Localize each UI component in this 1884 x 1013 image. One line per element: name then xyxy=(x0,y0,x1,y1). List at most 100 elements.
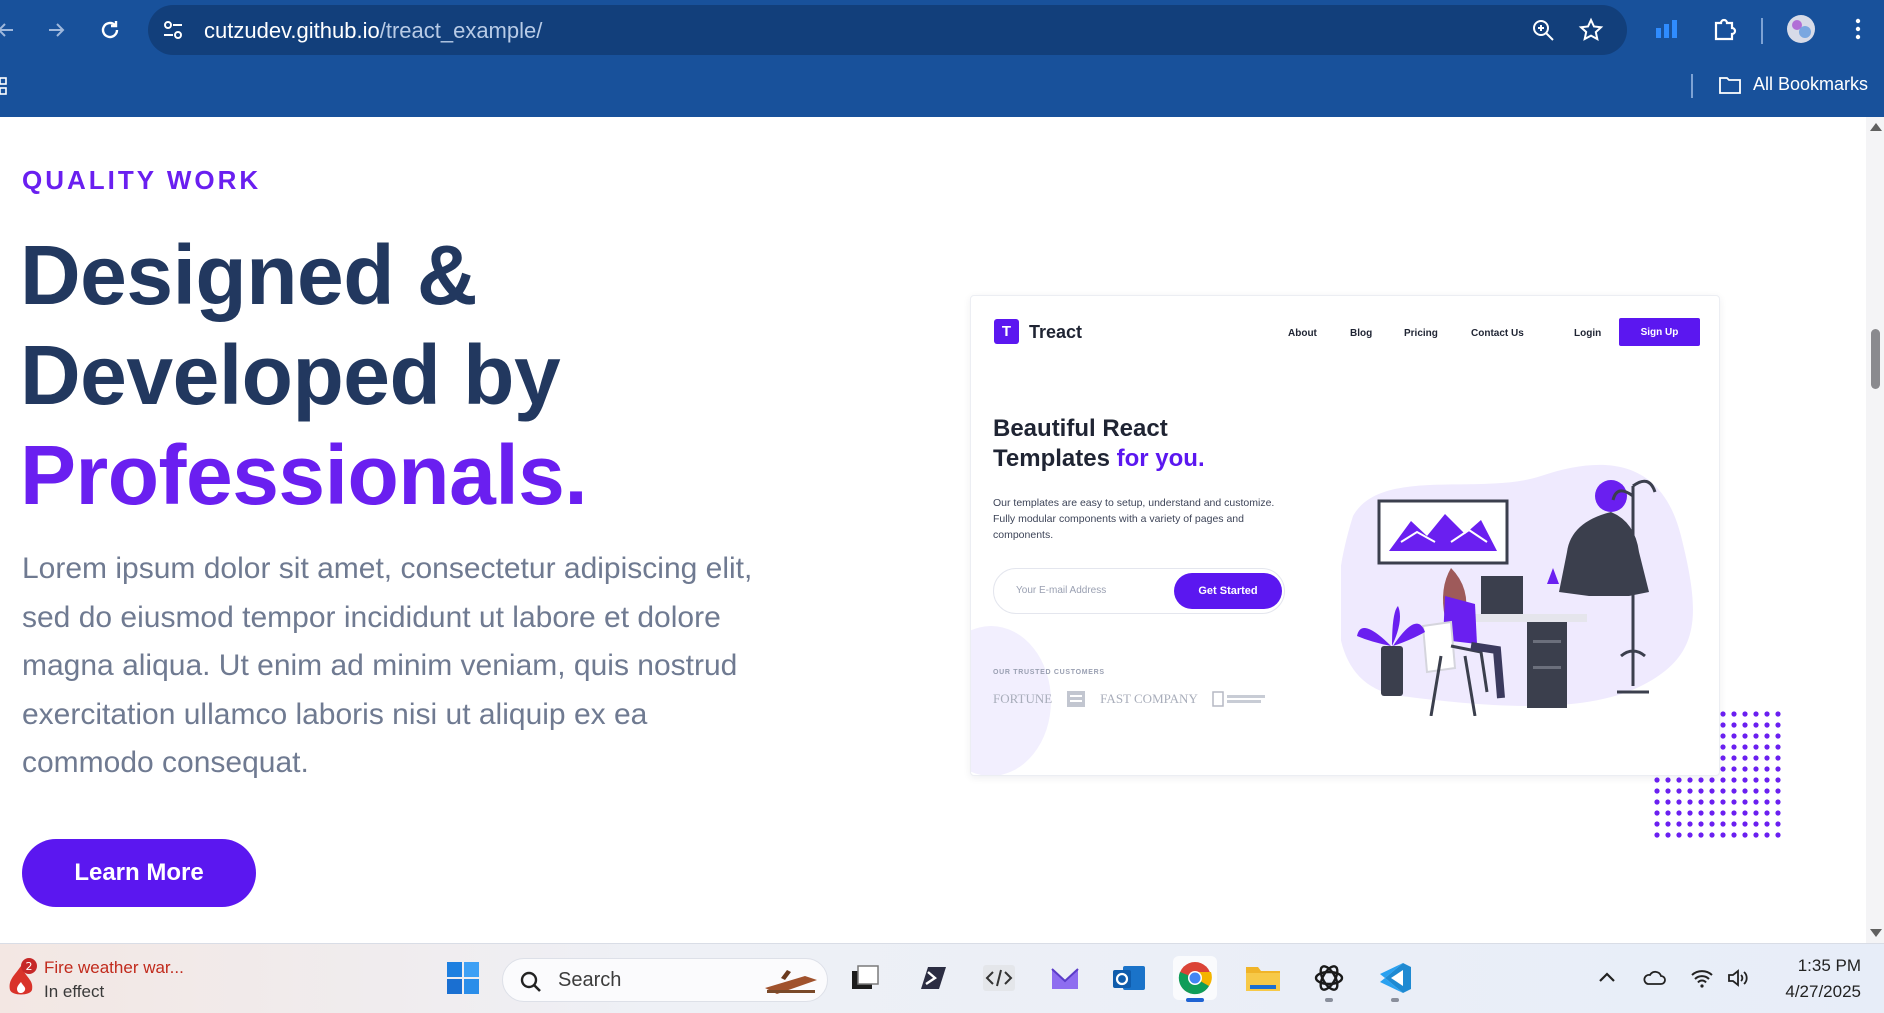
decorative-dot xyxy=(1753,711,1759,717)
file-explorer-app[interactable] xyxy=(1241,956,1285,1000)
decorative-dot xyxy=(1687,821,1693,827)
apps-grid-icon[interactable] xyxy=(0,76,10,96)
menu-kebab-icon[interactable] xyxy=(1843,14,1873,44)
fire-warning-icon[interactable]: 2 xyxy=(4,958,38,998)
decorative-dot xyxy=(1654,832,1660,838)
windows-taskbar: 2 Fire weather war... In effect Search 1… xyxy=(0,943,1884,1013)
dev-tools-app[interactable] xyxy=(977,956,1021,1000)
all-bookmarks-link[interactable]: All Bookmarks xyxy=(1753,74,1868,95)
wifi-icon[interactable] xyxy=(1690,966,1714,990)
decorative-dot xyxy=(1742,799,1748,805)
decorative-dot xyxy=(1731,799,1737,805)
decorative-dot xyxy=(1731,788,1737,794)
workspace-illustration xyxy=(1341,464,1693,716)
preview-nav-login: Login xyxy=(1574,328,1602,339)
decorative-dot xyxy=(1720,788,1726,794)
hero-paragraph: Lorem ipsum dolor sit amet, consectetur … xyxy=(22,552,753,779)
chrome-active-indicator xyxy=(1186,998,1204,1002)
zoom-icon[interactable] xyxy=(1530,17,1556,43)
search-label: Search xyxy=(558,969,622,991)
decorative-dot xyxy=(1698,799,1704,805)
decorative-dot xyxy=(1775,744,1781,750)
volume-icon[interactable] xyxy=(1726,966,1750,990)
decorative-dot xyxy=(1698,810,1704,816)
taskbar-search-box[interactable]: Search xyxy=(502,958,828,1002)
preview-nav-about: About xyxy=(1288,328,1317,339)
powershell-icon xyxy=(921,967,946,989)
chatgpt-app[interactable] xyxy=(1307,956,1351,1002)
decorative-dot xyxy=(1731,766,1737,772)
toolbar-divider xyxy=(1761,18,1763,44)
preview-nav-contact: Contact Us xyxy=(1471,328,1524,339)
decorative-dot xyxy=(1764,799,1770,805)
forward-arrow-icon[interactable] xyxy=(40,14,72,46)
weather-badge-count: 2 xyxy=(26,960,33,973)
url-text[interactable]: cutzudev.github.io/treact_example/ xyxy=(204,18,542,44)
preview-email-form: Your E-mail Address Get Started xyxy=(993,568,1285,614)
page-scrollbar[interactable] xyxy=(1866,117,1884,943)
task-view-button[interactable] xyxy=(843,956,887,1000)
decorative-dot xyxy=(1731,755,1737,761)
chrome-app[interactable] xyxy=(1173,956,1217,1002)
clock-time[interactable]: 1:35 PM xyxy=(1793,956,1861,976)
decorative-dot xyxy=(1775,788,1781,794)
decorative-dot xyxy=(1753,799,1759,805)
site-settings-icon[interactable] xyxy=(161,18,185,42)
onedrive-cloud-icon[interactable] xyxy=(1642,966,1666,990)
purple-m-app-icon xyxy=(1051,968,1079,989)
chatgpt-icon xyxy=(1314,965,1344,991)
start-button[interactable] xyxy=(441,956,485,1000)
extensions-puzzle-icon[interactable] xyxy=(1710,14,1740,44)
back-arrow-icon[interactable] xyxy=(0,14,22,46)
decorative-dot xyxy=(1753,766,1759,772)
decorative-dot xyxy=(1720,810,1726,816)
decorative-dot xyxy=(1698,821,1704,827)
decorative-dot xyxy=(1742,788,1748,794)
address-bar[interactable]: cutzudev.github.io/treact_example/ xyxy=(148,5,1627,55)
decorative-dot xyxy=(1720,711,1726,717)
terminal-app[interactable] xyxy=(911,956,955,1000)
decorative-dot xyxy=(1731,832,1737,838)
decorative-dot xyxy=(1753,722,1759,728)
reload-icon[interactable] xyxy=(94,14,126,46)
weather-alert-subtitle[interactable]: In effect xyxy=(44,982,104,1002)
template-preview-image: T Treact About Blog Pricing Contact Us L… xyxy=(970,295,1720,776)
decorative-dot xyxy=(1654,788,1660,794)
preview-title-line2: Templates xyxy=(993,445,1117,472)
decorative-dot xyxy=(1753,788,1759,794)
preview-email-placeholder: Your E-mail Address xyxy=(1016,585,1107,596)
decorative-dot xyxy=(1709,799,1715,805)
decorative-dot xyxy=(1720,755,1726,761)
decorative-dot xyxy=(1742,722,1748,728)
purple-app[interactable] xyxy=(1043,956,1087,1000)
scroll-down-arrow-icon[interactable] xyxy=(1870,929,1882,937)
web-page: QUALITY WORK Designed & Developed by Pro… xyxy=(0,117,1866,943)
folder-icon xyxy=(1246,967,1280,991)
decorative-dot xyxy=(1654,799,1660,805)
vscode-app[interactable] xyxy=(1373,956,1417,1002)
chrome-icon xyxy=(1178,962,1212,995)
learn-more-button[interactable]: Learn More xyxy=(22,839,256,907)
hero-headline: Designed & Developed by Professionals. xyxy=(20,225,588,525)
decorative-dot xyxy=(1687,810,1693,816)
decorative-dot xyxy=(1764,733,1770,739)
scroll-up-arrow-icon[interactable] xyxy=(1870,123,1882,131)
weather-alert-title[interactable]: Fire weather war... xyxy=(44,958,184,978)
outlook-app[interactable] xyxy=(1107,956,1151,1000)
extension-analytics-icon[interactable] xyxy=(1652,14,1682,44)
profile-avatar-icon[interactable] xyxy=(1786,14,1816,44)
decorative-dot xyxy=(1698,788,1704,794)
scrollbar-thumb[interactable] xyxy=(1871,329,1880,389)
decorative-dot xyxy=(1775,821,1781,827)
decorative-dot xyxy=(1698,832,1704,838)
bookmark-star-icon[interactable] xyxy=(1578,17,1604,43)
decorative-dot xyxy=(1720,799,1726,805)
chevron-up-icon[interactable] xyxy=(1595,966,1619,990)
decorative-dot xyxy=(1742,832,1748,838)
clock-date[interactable]: 4/27/2025 xyxy=(1773,982,1861,1002)
decorative-dot xyxy=(1720,744,1726,750)
vscode-running-indicator xyxy=(1391,998,1399,1002)
windows-logo-icon xyxy=(447,962,479,994)
decorative-dot xyxy=(1764,832,1770,838)
decorative-dot xyxy=(1775,799,1781,805)
